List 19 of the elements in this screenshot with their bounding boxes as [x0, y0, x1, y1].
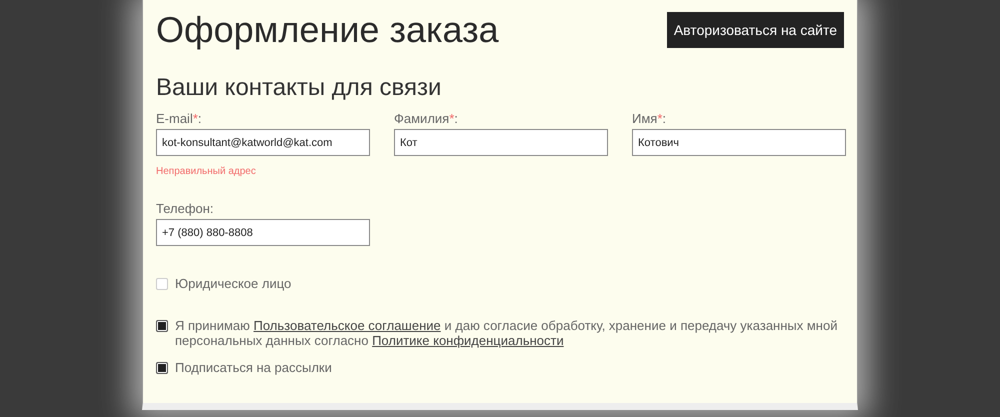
checkbox-label: Я принимаю Пользовательское соглашение и даю согласие обработку, хранение и передачу указанных мной персональных данных согласно Политике конфиденциальности: [175, 318, 838, 348]
checkbox[interactable]: [156, 362, 168, 374]
checkbox[interactable]: [156, 320, 168, 332]
link[interactable]: Политике конфиденциальности: [372, 333, 564, 348]
field-label: Фамилия*:: [394, 110, 459, 127]
error-message: Неправильный адрес: [156, 166, 257, 178]
input-field[interactable]: +7 (880) 880-8808: [156, 219, 370, 246]
link[interactable]: Пользовательское соглашение: [254, 318, 441, 333]
checkbox-label: Подписаться на рассылки: [175, 360, 332, 375]
section-title: Ваши контакты для связи: [156, 74, 442, 102]
field-label: E-mail*:: [156, 110, 203, 127]
field-label: Телефон:: [156, 200, 215, 217]
page-title: Оформление заказа: [156, 12, 499, 48]
input-field[interactable]: Котович: [632, 129, 846, 156]
input-field[interactable]: Кот: [394, 129, 608, 156]
input-field[interactable]: kot-konsultant@katworld@kat.com: [156, 129, 370, 156]
login-button[interactable]: Авторизоваться на сайте: [666, 12, 844, 48]
field-label: Имя*:: [632, 110, 668, 127]
checkbox-label: Юридическое лицо: [175, 276, 292, 291]
